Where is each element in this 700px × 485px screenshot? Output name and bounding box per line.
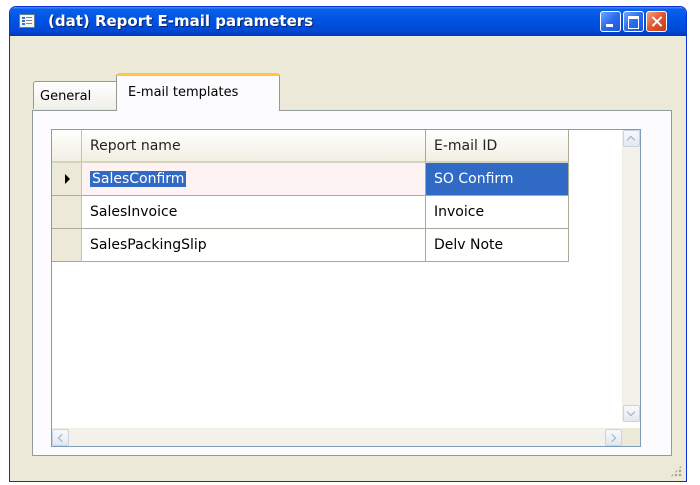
- cell-email-id[interactable]: Invoice: [426, 196, 569, 229]
- cell-email-id[interactable]: SO Confirm: [426, 163, 569, 196]
- scroll-right-button[interactable]: [605, 429, 622, 446]
- report-email-parameters-window: (dat) Report E-mail parameters General E…: [9, 6, 687, 482]
- tab-email-templates[interactable]: E-mail templates: [116, 73, 280, 111]
- scroll-up-button[interactable]: [623, 130, 640, 147]
- column-header-report-name[interactable]: Report name: [82, 130, 426, 163]
- scrollbar-corner: [622, 428, 640, 446]
- scroll-left-button[interactable]: [52, 429, 69, 446]
- title-bar[interactable]: (dat) Report E-mail parameters: [10, 7, 686, 36]
- form-window-icon[interactable]: [19, 14, 35, 28]
- minimize-button[interactable]: [600, 11, 621, 32]
- table-row[interactable]: SalesConfirm SO Confirm: [52, 163, 572, 196]
- cell-report-name[interactable]: SalesPackingSlip: [82, 229, 426, 262]
- grid-header-row: Report name E-mail ID: [52, 130, 572, 163]
- row-selector[interactable]: [52, 229, 82, 262]
- cell-email-id[interactable]: Delv Note: [426, 229, 569, 262]
- scroll-down-button[interactable]: [623, 405, 640, 422]
- column-header-email-id[interactable]: E-mail ID: [426, 130, 569, 163]
- tab-general-label: General: [40, 89, 92, 104]
- close-button[interactable]: [646, 11, 667, 32]
- window-title: (dat) Report E-mail parameters: [48, 12, 314, 30]
- cell-report-name[interactable]: SalesConfirm: [82, 163, 426, 196]
- row-selector[interactable]: [52, 163, 82, 196]
- email-templates-grid[interactable]: Report name E-mail ID SalesConfirm SO Co…: [51, 129, 641, 447]
- tab-general[interactable]: General: [33, 81, 118, 109]
- resize-grip-icon[interactable]: [670, 465, 682, 477]
- email-templates-panel: Report name E-mail ID SalesConfirm SO Co…: [32, 110, 672, 456]
- row-selector-header: [52, 130, 82, 163]
- tab-email-templates-label: E-mail templates: [128, 85, 239, 100]
- horizontal-scrollbar[interactable]: [52, 428, 622, 446]
- selected-text: SalesConfirm: [90, 171, 187, 187]
- vertical-scrollbar[interactable]: [622, 130, 640, 422]
- cell-report-name[interactable]: SalesInvoice: [82, 196, 426, 229]
- maximize-button[interactable]: [623, 11, 644, 32]
- table-row[interactable]: SalesInvoice Invoice: [52, 196, 572, 229]
- table-row[interactable]: SalesPackingSlip Delv Note: [52, 229, 572, 262]
- row-selector[interactable]: [52, 196, 82, 229]
